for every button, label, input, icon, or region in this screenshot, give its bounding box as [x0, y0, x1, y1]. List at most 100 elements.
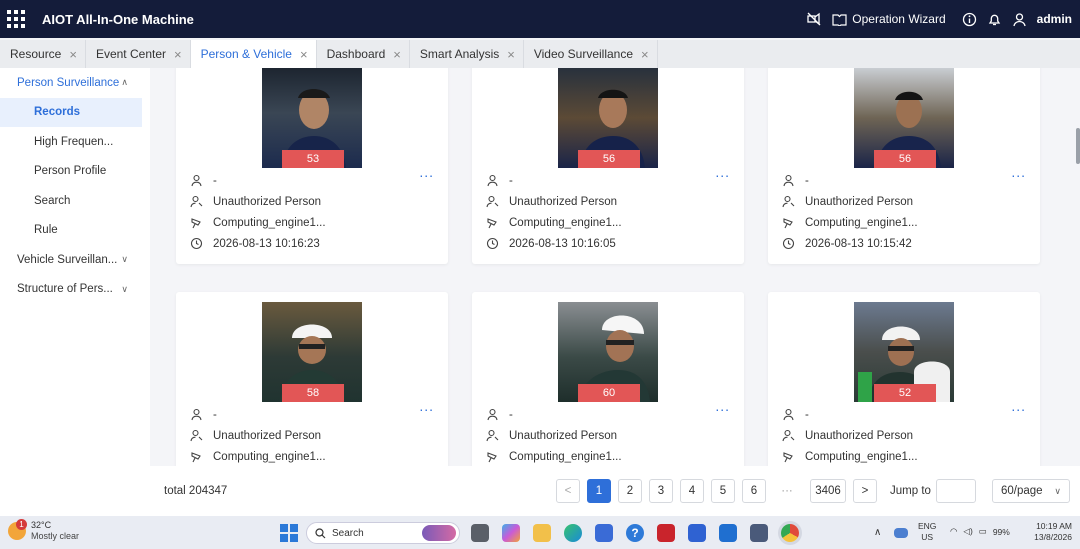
- edge-browser-icon[interactable]: [564, 524, 582, 542]
- clock[interactable]: 10:19 AM 13/8/2026: [1026, 521, 1072, 543]
- page-button[interactable]: 6: [742, 479, 766, 503]
- username[interactable]: admin: [1037, 12, 1072, 26]
- sidebar-item-structure[interactable]: Structure of Pers... ∨: [0, 275, 150, 305]
- face-snapshot[interactable]: 60: [558, 302, 658, 402]
- chevron-up-icon[interactable]: ∧: [874, 527, 881, 538]
- page-button[interactable]: 3406: [810, 479, 846, 503]
- system-tray[interactable]: ◠ ◁) ▭ 99%: [950, 526, 1010, 537]
- record-type: Unauthorized Person: [213, 429, 322, 442]
- sidebar-item-high-frequency[interactable]: High Frequen...: [0, 127, 150, 157]
- file-explorer-icon[interactable]: [533, 524, 551, 542]
- dropbox-icon[interactable]: [688, 524, 706, 542]
- help-icon[interactable]: ?: [626, 524, 644, 542]
- close-icon[interactable]: ×: [300, 47, 308, 62]
- tab-label: Resource: [10, 47, 62, 61]
- record-name: -: [213, 174, 217, 187]
- record-card[interactable]: 56 - Unauthorized Person Computing_engin…: [472, 68, 744, 264]
- tab-smart-analysis[interactable]: Smart Analysis ×: [409, 40, 524, 68]
- sidebar-item-vehicle-surveillance[interactable]: Vehicle Surveillan... ∨: [0, 245, 150, 275]
- weather-widget[interactable]: 1 32°C Mostly clear: [8, 519, 80, 542]
- face-snapshot[interactable]: 58: [262, 302, 362, 402]
- info-icon[interactable]: [962, 12, 977, 27]
- tab-video-surveillance[interactable]: Video Surveillance ×: [523, 40, 658, 68]
- record-name: -: [805, 174, 809, 187]
- record-type-row: Unauthorized Person: [190, 191, 326, 212]
- page-button[interactable]: 5: [711, 479, 735, 503]
- record-name: -: [213, 408, 217, 421]
- more-options-icon[interactable]: ...: [715, 164, 730, 180]
- page-size-select[interactable]: 60/page ∨: [992, 479, 1070, 503]
- next-page-button[interactable]: >: [853, 479, 877, 503]
- face-snapshot[interactable]: 52: [854, 302, 954, 402]
- jump-to-input[interactable]: [936, 479, 976, 503]
- chevron-down-icon: ∨: [121, 254, 128, 265]
- person-icon: [783, 174, 794, 187]
- record-time-row: 2026-08-13 10:16:23: [190, 233, 326, 254]
- close-icon[interactable]: ×: [174, 47, 182, 62]
- chrome-icon[interactable]: [781, 524, 799, 542]
- sidebar-item-search[interactable]: Search: [0, 186, 150, 216]
- page-button[interactable]: 1: [587, 479, 611, 503]
- bell-icon[interactable]: [987, 12, 1002, 27]
- page-button[interactable]: 4: [680, 479, 704, 503]
- record-name-row: -: [782, 404, 918, 425]
- face-snapshot[interactable]: 56: [558, 68, 658, 168]
- notification-badge: 1: [16, 519, 27, 530]
- record-card[interactable]: 60 - Unauthorized Person Computing_engin…: [472, 292, 744, 466]
- record-card[interactable]: 52 - Unauthorized Person Computing_engin…: [768, 292, 1040, 466]
- more-options-icon[interactable]: ...: [1011, 398, 1026, 414]
- copilot-icon[interactable]: [502, 524, 520, 542]
- face-snapshot[interactable]: 56: [854, 68, 954, 168]
- tab-event-center[interactable]: Event Center ×: [85, 40, 191, 68]
- weather-desc: Mostly clear: [31, 531, 80, 541]
- record-card[interactable]: 53 - Unauthorized Person Computing_engin…: [176, 68, 448, 264]
- mcafee-icon[interactable]: [657, 524, 675, 542]
- sidebar-item-person-surveillance[interactable]: Person Surveillance ∧: [0, 68, 150, 98]
- record-card[interactable]: 56 - Unauthorized Person Computing_engin…: [768, 68, 1040, 264]
- operation-wizard-button[interactable]: Operation Wizard: [832, 12, 946, 26]
- pagination-ellipsis[interactable]: ···: [775, 479, 799, 503]
- mute-icon[interactable]: [806, 11, 822, 27]
- task-view-icon[interactable]: [471, 524, 489, 542]
- close-icon[interactable]: ×: [507, 47, 515, 62]
- user-icon[interactable]: [1012, 12, 1027, 27]
- scrollbar[interactable]: [1076, 128, 1080, 164]
- app-grid-icon[interactable]: [7, 10, 25, 28]
- onedrive-icon[interactable]: [894, 528, 908, 538]
- windows-start-icon[interactable]: [280, 524, 298, 542]
- record-card[interactable]: 58 - Unauthorized Person Computing_engin…: [176, 292, 448, 466]
- sidebar-item-rule[interactable]: Rule: [0, 216, 150, 246]
- person-tag-icon: [190, 195, 203, 208]
- language-indicator[interactable]: ENG US: [918, 521, 936, 543]
- tab-resource[interactable]: Resource ×: [0, 40, 86, 68]
- prev-page-button[interactable]: <: [556, 479, 580, 503]
- more-options-icon[interactable]: ...: [1011, 164, 1026, 180]
- mail-icon[interactable]: [719, 524, 737, 542]
- more-options-icon[interactable]: ...: [419, 398, 434, 414]
- sidebar-item-records[interactable]: Records: [0, 97, 142, 127]
- page-button[interactable]: 2: [618, 479, 642, 503]
- person-tag-icon: [486, 195, 499, 208]
- language-code: ENG: [918, 521, 937, 531]
- sidebar-item-person-profile[interactable]: Person Profile: [0, 157, 150, 187]
- weather-temp: 32°C: [31, 520, 52, 530]
- sidebar-item-label: Records: [34, 106, 81, 119]
- more-options-icon[interactable]: ...: [419, 164, 434, 180]
- store-icon[interactable]: [595, 524, 613, 542]
- tab-dashboard[interactable]: Dashboard ×: [316, 40, 410, 68]
- region-code: US: [921, 532, 934, 542]
- more-options-icon[interactable]: ...: [715, 398, 730, 414]
- tab-label: Video Surveillance: [533, 47, 634, 61]
- person-tag-icon: [782, 195, 795, 208]
- face-snapshot[interactable]: 53: [262, 68, 362, 168]
- pagination-bar: total 204347 < 1 2 3 4 5 6 ··· 3406 > Ju…: [150, 466, 1080, 516]
- tab-person-vehicle[interactable]: Person & Vehicle ×: [190, 40, 317, 68]
- close-icon[interactable]: ×: [641, 47, 649, 62]
- close-icon[interactable]: ×: [69, 47, 77, 62]
- page-button[interactable]: 3: [649, 479, 673, 503]
- taskbar-search[interactable]: Search: [306, 522, 460, 544]
- close-icon[interactable]: ×: [393, 47, 401, 62]
- record-type-row: Unauthorized Person: [486, 191, 622, 212]
- camera-app-icon[interactable]: [750, 524, 768, 542]
- record-type-row: Unauthorized Person: [190, 425, 326, 446]
